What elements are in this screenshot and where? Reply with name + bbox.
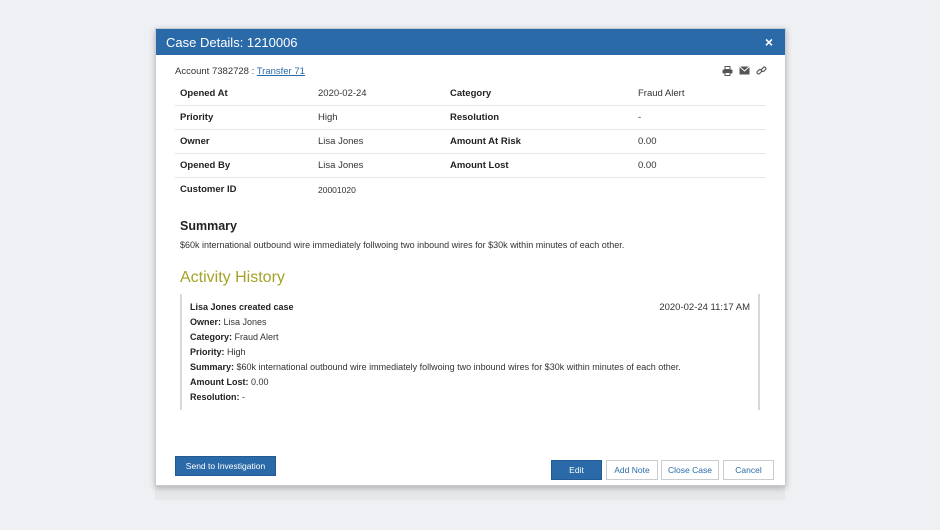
detail-label: Amount Lost bbox=[445, 153, 633, 178]
close-icon[interactable]: × bbox=[765, 35, 773, 49]
activity-timestamp: 2020-02-24 11:17 AM bbox=[659, 302, 750, 313]
details-row: Owner Lisa Jones Amount At Risk 0.00 bbox=[175, 129, 766, 154]
activity-owner-label: Owner: bbox=[190, 317, 222, 327]
activity-category-line: Category: Fraud Alert bbox=[190, 332, 279, 342]
detail-value: - bbox=[633, 105, 766, 130]
transfer-link[interactable]: Transfer 71 bbox=[257, 66, 305, 77]
link-icon[interactable] bbox=[756, 65, 767, 76]
detail-value: 2020-02-24 bbox=[313, 82, 445, 106]
activity-entry-title: Lisa Jones created case bbox=[190, 302, 294, 312]
activity-priority-line: Priority: High bbox=[190, 347, 246, 357]
activity-priority-value: High bbox=[224, 347, 246, 357]
activity-priority-label: Priority: bbox=[190, 347, 225, 357]
details-row: Opened By Lisa Jones Amount Lost 0.00 bbox=[175, 153, 766, 178]
email-icon[interactable] bbox=[739, 66, 750, 75]
account-label: Account 7382728 : bbox=[175, 66, 257, 77]
detail-value bbox=[633, 178, 766, 202]
detail-value: Lisa Jones bbox=[313, 153, 445, 178]
detail-label: Opened At bbox=[175, 82, 313, 106]
dialog-toolbar bbox=[722, 65, 767, 76]
detail-value: Lisa Jones bbox=[313, 129, 445, 154]
detail-value: 0.00 bbox=[633, 129, 766, 154]
summary-text: $60k international outbound wire immedia… bbox=[180, 240, 625, 250]
detail-value: Fraud Alert bbox=[633, 82, 766, 106]
dialog-title: Case Details: 1210006 bbox=[166, 34, 298, 50]
activity-amount-lost-value: 0.00 bbox=[248, 377, 269, 387]
activity-summary-label: Summary: bbox=[190, 362, 235, 372]
activity-amount-lost-line: Amount Lost: 0.00 bbox=[190, 377, 269, 387]
dialog-header: Case Details: 1210006 × bbox=[156, 29, 785, 55]
activity-owner-line: Owner: Lisa Jones bbox=[190, 317, 267, 327]
case-details-dialog: Case Details: 1210006 × Account 7382728 … bbox=[155, 28, 786, 486]
edit-button[interactable]: Edit bbox=[551, 460, 602, 480]
detail-value: High bbox=[313, 105, 445, 130]
activity-resolution-value: - bbox=[239, 392, 245, 402]
detail-label: Opened By bbox=[175, 153, 313, 178]
close-case-button[interactable]: Close Case bbox=[661, 460, 719, 480]
detail-value: 20001020 bbox=[318, 184, 356, 195]
print-icon[interactable] bbox=[722, 65, 733, 76]
detail-label bbox=[445, 178, 633, 202]
cancel-button[interactable]: Cancel bbox=[723, 460, 774, 480]
details-row: Priority High Resolution - bbox=[175, 105, 766, 130]
activity-resolution-line: Resolution: - bbox=[190, 392, 245, 402]
activity-summary-value: $60k international outbound wire immedia… bbox=[234, 362, 681, 372]
activity-history-heading: Activity History bbox=[180, 269, 285, 286]
case-details-table: Opened At 2020-02-24 Category Fraud Aler… bbox=[175, 82, 766, 201]
activity-category-value: Fraud Alert bbox=[232, 332, 279, 342]
activity-entry: Lisa Jones created case 2020-02-24 11:17… bbox=[180, 294, 760, 410]
detail-label: Customer ID bbox=[180, 184, 237, 195]
activity-amount-lost-label: Amount Lost: bbox=[190, 377, 249, 387]
send-to-investigation-button[interactable]: Send to Investigation bbox=[175, 456, 276, 476]
activity-title-text: Lisa Jones created case bbox=[190, 302, 294, 312]
detail-label: Owner bbox=[175, 129, 313, 154]
details-row: Opened At 2020-02-24 Category Fraud Aler… bbox=[175, 82, 766, 106]
detail-label: Category bbox=[445, 82, 633, 106]
activity-summary-line: Summary: $60k international outbound wir… bbox=[190, 362, 681, 372]
details-row: Customer ID 20001020 bbox=[175, 178, 766, 202]
detail-value: 0.00 bbox=[633, 153, 766, 178]
summary-heading: Summary bbox=[180, 219, 237, 233]
activity-owner-value: Lisa Jones bbox=[221, 317, 267, 327]
add-note-button[interactable]: Add Note bbox=[606, 460, 658, 480]
activity-category-label: Category: bbox=[190, 332, 233, 342]
detail-label: Resolution bbox=[445, 105, 633, 130]
account-line: Account 7382728 : Transfer 71 bbox=[175, 66, 305, 77]
activity-resolution-label: Resolution: bbox=[190, 392, 240, 402]
detail-label: Priority bbox=[175, 105, 313, 130]
detail-label: Amount At Risk bbox=[445, 129, 633, 154]
